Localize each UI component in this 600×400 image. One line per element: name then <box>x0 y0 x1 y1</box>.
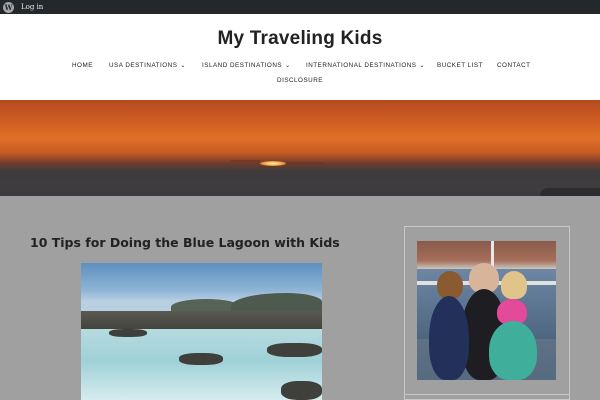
rock-shape <box>281 381 322 400</box>
nav-item-bucket-list[interactable]: BUCKET LIST <box>437 62 483 69</box>
rock-shape <box>109 329 147 337</box>
rock-shape <box>179 353 223 365</box>
person-head-shape <box>437 271 463 299</box>
login-link[interactable]: Log in <box>21 3 43 11</box>
person-dress-shape <box>489 321 537 380</box>
person-head-shape <box>501 271 527 299</box>
land-silhouette <box>540 188 600 196</box>
chevron-down-icon: ⌄ <box>419 63 426 69</box>
main-navigation-row-2: DISCLOSURE <box>0 77 600 84</box>
nav-item-international-destinations[interactable]: INTERNATIONAL DESTINATIONS ⌄ <box>306 62 425 69</box>
nav-item-contact[interactable]: CONTACT <box>497 62 530 69</box>
nav-item-usa-destinations[interactable]: USA DESTINATIONS ⌄ <box>109 62 186 69</box>
chevron-down-icon: ⌄ <box>285 63 291 69</box>
post-featured-image[interactable] <box>81 263 322 400</box>
main-navigation: HOME USA DESTINATIONS ⌄ ISLAND DESTINATIO… <box>0 62 600 72</box>
nav-item-disclosure[interactable]: DISCLOSURE <box>277 77 323 84</box>
hero-banner-image <box>0 100 600 196</box>
sun-shape <box>260 161 286 166</box>
admin-bar: W Log in <box>0 0 600 14</box>
widget-divider <box>404 394 570 395</box>
wordpress-logo-icon[interactable]: W <box>3 1 14 13</box>
post-title[interactable]: 10 Tips for Doing the Blue Lagoon with K… <box>30 235 340 250</box>
site-title[interactable]: My Traveling Kids <box>0 28 600 50</box>
chevron-down-icon: ⌄ <box>180 63 186 69</box>
person-body-shape <box>429 296 469 380</box>
cloud-shape <box>285 162 325 164</box>
cloud-shape <box>230 160 260 162</box>
nav-item-island-destinations[interactable]: ISLAND DESTINATIONS ⌄ <box>202 62 291 69</box>
rock-shape <box>267 343 322 357</box>
nav-item-home[interactable]: HOME <box>72 62 93 69</box>
sidebar-family-photo[interactable] <box>417 241 556 380</box>
site-header: My Traveling Kids HOME USA DESTINATIONS ⌄… <box>0 14 600 100</box>
